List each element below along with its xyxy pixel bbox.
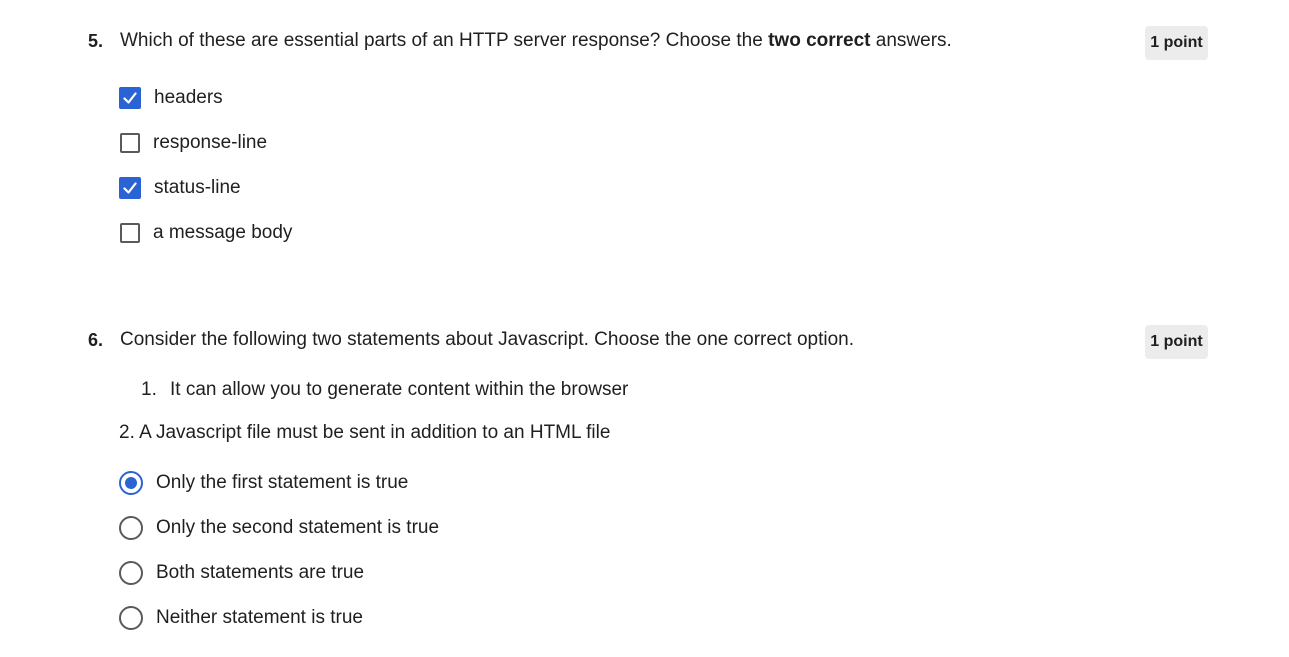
points-badge: 1 point: [1145, 26, 1208, 60]
checkbox-option-status-line[interactable]: status-line: [119, 175, 241, 201]
checkbox-checked[interactable]: [119, 87, 141, 109]
radio-option-both-true[interactable]: Both statements are true: [119, 560, 364, 586]
checkbox-option-response-line[interactable]: response-line: [119, 130, 267, 156]
radio-option-neither-true[interactable]: Neither statement is true: [119, 605, 363, 631]
question-number: 5.: [88, 31, 104, 51]
statement-1-text: It can allow you to generate content wit…: [170, 379, 629, 400]
option-label: Only the second statement is true: [156, 517, 440, 538]
quiz-page: 5. Which of these are essential parts of…: [0, 0, 1289, 657]
radio-option-first-true[interactable]: Only the first statement is true: [119, 470, 408, 496]
question-prompt: Consider the following two statements ab…: [120, 329, 855, 350]
checkbox-checked[interactable]: [119, 177, 141, 199]
statement-1-number: 1.: [141, 379, 157, 400]
radio-dot-icon: [125, 477, 137, 489]
option-label: headers: [154, 87, 223, 108]
radio-option-second-true[interactable]: Only the second statement is true: [119, 515, 439, 541]
statement-2-text: 2. A Javascript file must be sent in add…: [119, 422, 611, 443]
points-badge: 1 point: [1145, 325, 1208, 359]
option-label: Neither statement is true: [156, 607, 363, 628]
checkbox-unchecked[interactable]: [120, 223, 140, 243]
option-label: Both statements are true: [156, 562, 365, 583]
radio-selected[interactable]: [119, 471, 143, 495]
checkmark-icon: [123, 182, 137, 194]
radio-unselected[interactable]: [119, 606, 143, 630]
checkbox-option-headers[interactable]: headers: [119, 85, 223, 111]
question-prompt: Which of these are essential parts of an…: [120, 30, 952, 52]
question-number: 6.: [88, 330, 104, 350]
option-label: response-line: [153, 132, 268, 153]
question-prompt-text-end: answers.: [870, 30, 952, 51]
option-label: status-line: [154, 177, 241, 198]
checkmark-icon: [123, 92, 137, 104]
radio-unselected[interactable]: [119, 561, 143, 585]
option-label: Only the first statement is true: [156, 472, 409, 493]
option-label: a message body: [153, 222, 293, 243]
checkbox-unchecked[interactable]: [120, 133, 140, 153]
checkbox-option-message-body[interactable]: a message body: [119, 220, 292, 246]
question-prompt-emphasis: two correct: [768, 30, 871, 51]
question-prompt-text: Which of these are essential parts of an…: [120, 30, 769, 51]
radio-unselected[interactable]: [119, 516, 143, 540]
